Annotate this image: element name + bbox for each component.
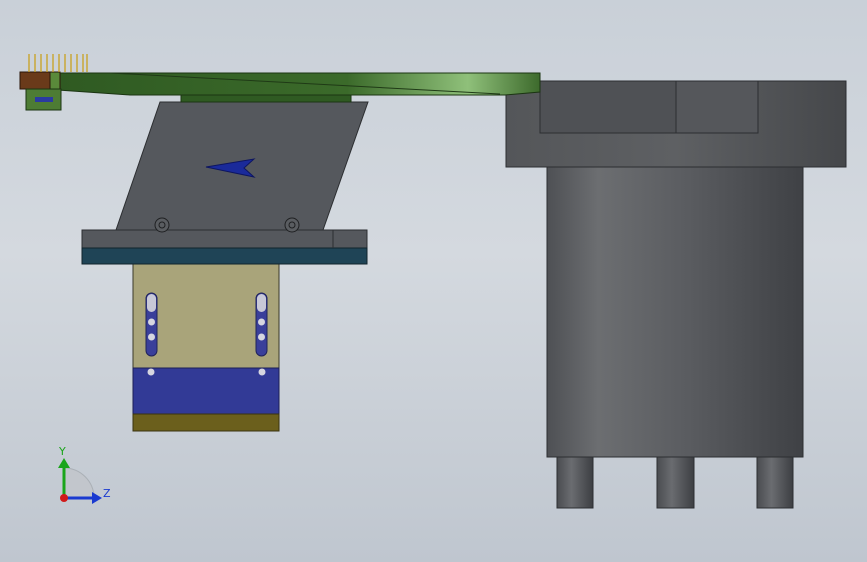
slot-left-hole-1 xyxy=(148,318,155,326)
slanted-bracket[interactable] xyxy=(115,101,369,233)
slot-left-hole-2 xyxy=(148,333,155,341)
band-hole-left xyxy=(147,368,155,376)
z-axis-label: Z xyxy=(103,487,111,500)
screw-left xyxy=(154,217,170,233)
band-hole-right xyxy=(258,368,266,376)
pcb-strip xyxy=(57,72,541,96)
coordinate-triad[interactable]: Y Z xyxy=(58,445,111,504)
x-axis-dot xyxy=(60,494,68,502)
mount-base[interactable] xyxy=(81,229,368,265)
slider-band xyxy=(132,367,280,415)
base-plate-top xyxy=(81,229,368,249)
slider-foot xyxy=(132,413,280,432)
motor-body xyxy=(546,166,804,458)
flange-pocket-right xyxy=(675,80,759,134)
z-axis-head xyxy=(92,492,102,504)
header-pins xyxy=(28,54,88,72)
y-axis-head xyxy=(58,458,70,468)
motor-leg-right xyxy=(756,456,794,509)
flange-pocket-left xyxy=(539,80,677,134)
triad-quarter-disc xyxy=(63,467,95,499)
connector-block xyxy=(19,71,51,90)
slot-right-hole-1 xyxy=(258,318,265,326)
slot-right-top xyxy=(257,294,266,312)
motor-assembly[interactable] xyxy=(505,80,847,509)
screw-right xyxy=(284,217,300,233)
connector-housing xyxy=(49,71,61,90)
pcb-board[interactable] xyxy=(19,54,541,111)
cad-viewport[interactable]: Y Z xyxy=(0,0,867,562)
slot-right-hole-2 xyxy=(258,333,265,341)
motor-leg-middle xyxy=(656,456,695,509)
motor-leg-left xyxy=(556,456,594,509)
base-plate-blue xyxy=(81,247,368,265)
y-axis-label: Y xyxy=(58,445,66,458)
linear-slider[interactable] xyxy=(132,263,280,432)
connector-chip xyxy=(35,97,53,102)
slot-left-top xyxy=(147,294,156,312)
